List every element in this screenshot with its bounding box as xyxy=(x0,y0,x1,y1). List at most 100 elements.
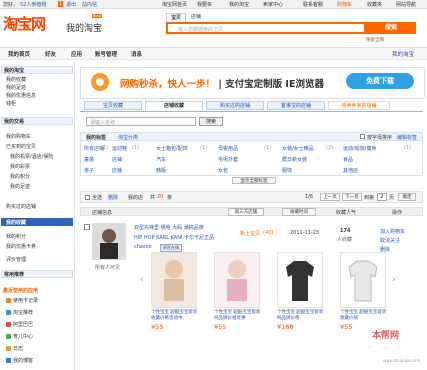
prev-page-button[interactable]: 上一页 xyxy=(320,193,340,201)
tab-item-favorites[interactable]: 宝贝收藏 xyxy=(84,101,142,110)
sidebar-item-points-2[interactable]: 我的积分 xyxy=(6,233,26,240)
sidebar-item-reviews[interactable]: 评价管理 xyxy=(6,256,26,263)
topnav-buy[interactable]: 我要买 xyxy=(197,1,212,8)
prev-arrow-icon[interactable]: ‹ xyxy=(140,275,146,285)
label-tag[interactable]: 其他店 xyxy=(343,167,358,174)
sidebar-item-points[interactable]: 我的积分 xyxy=(10,173,30,180)
select-all-checkbox[interactable] xyxy=(85,195,90,200)
product-image[interactable] xyxy=(151,252,197,308)
add-cart-link[interactable]: 加入购物车 xyxy=(380,228,405,235)
topnav-sitemap[interactable]: 网站导航 xyxy=(396,1,416,8)
tab-hot-sellers[interactable]: 热卖卖家的店铺 xyxy=(328,101,390,110)
online-badge[interactable]: 旺旺在线 xyxy=(160,244,182,252)
sidebar-item-cards[interactable]: 我的优惠卡券 xyxy=(6,243,36,250)
tab-bought-shops[interactable]: 购买过的店铺 xyxy=(206,101,264,110)
label-tag[interactable]: 店铺 xyxy=(112,156,122,163)
sidebar-app-1[interactable]: 使用卡记录 xyxy=(6,297,38,304)
store-search-input[interactable]: 请输入名称 xyxy=(86,117,196,126)
sidebar-item-tickets[interactable]: 我的机票/酒店/保险 xyxy=(10,153,53,160)
product-image[interactable] xyxy=(340,252,386,308)
topnav-cart[interactable]: 购物车 xyxy=(337,1,352,8)
nav-right-link[interactable]: 我的淘宝 xyxy=(392,50,414,58)
seller-link[interactable]: chasoo xyxy=(134,244,152,250)
sidebar-app-3[interactable]: 阿里巴巴 xyxy=(6,321,33,328)
logout-link[interactable]: 退出 xyxy=(66,1,76,8)
sort-checkbox[interactable] xyxy=(360,134,365,139)
next-page-button[interactable]: 下一页 xyxy=(342,193,362,201)
topnav-seller[interactable]: 卖家中心 xyxy=(263,1,283,8)
sidebar-item-lottery[interactable]: 我的彩票 xyxy=(10,163,30,170)
goto-ok-button[interactable]: 确定 xyxy=(398,193,416,201)
sidebar-item-coupons[interactable]: 我的优惠信息 xyxy=(6,92,36,99)
store-desc-link[interactable]: HIP HOP KARL KANI·卡尔卡尼正品 xyxy=(134,234,214,241)
new-items-link[interactable]: 新上宝贝 xyxy=(240,230,260,237)
product-desc[interactable]: 个性宝宝 超酷宝宝套装 纯品牌价格 xyxy=(277,310,327,322)
delete-link[interactable]: 删除 xyxy=(108,194,118,201)
col-third-party[interactable]: 第三方店铺 xyxy=(228,208,264,216)
download-button[interactable]: 免费下载 xyxy=(346,73,414,89)
sidebar-app-4[interactable]: 育儿中心 xyxy=(6,333,33,340)
label-tag[interactable]: 女装/女士精品 xyxy=(282,145,314,152)
messages-link[interactable]: 站内信 xyxy=(82,1,97,8)
product-image[interactable] xyxy=(214,252,260,308)
product-desc[interactable]: 个性宝宝 超酷宝宝套装 收藏价格活动中 xyxy=(151,310,201,322)
sidebar-item-bought[interactable]: 已买到的宝贝 xyxy=(6,143,36,150)
row-checkbox[interactable] xyxy=(84,224,90,230)
sidebar-item-footprint-2[interactable]: 我的足迹 xyxy=(10,183,30,190)
nav-apps[interactable]: 应用 xyxy=(69,50,85,58)
sidebar-item-favorites-link[interactable]: 我的收藏 xyxy=(6,76,26,83)
label-tag[interactable]: 亲子 xyxy=(84,167,94,174)
search-button[interactable]: 搜索 xyxy=(366,22,416,34)
label-tag[interactable]: 女士箱包/配饰 xyxy=(156,145,188,152)
search-tab-item[interactable]: 宝贝 xyxy=(166,13,187,22)
sidebar-item-favorites[interactable]: 我的收藏 xyxy=(6,219,26,226)
topnav-favorites[interactable]: 收藏夹 xyxy=(367,1,382,8)
user-link[interactable]: 52人参植物 xyxy=(20,1,46,8)
labels-group-link[interactable]: 淘宝分类 xyxy=(118,134,138,141)
search-tab-shop[interactable]: 店铺 xyxy=(187,13,205,21)
nav-account[interactable]: 账号管理 xyxy=(95,50,117,58)
tab-other-shops[interactable]: 客谁宝的店铺 xyxy=(267,101,325,110)
next-arrow-icon[interactable]: › xyxy=(392,275,398,285)
sidebar-app-2[interactable]: 淘宝推荐 xyxy=(6,309,33,316)
label-tag[interactable]: 毛呢外套 xyxy=(218,156,238,163)
sidebar-section-trade[interactable]: 我的交易 xyxy=(1,117,73,125)
show-all-labels-button[interactable]: 显示全部标签 xyxy=(232,177,276,184)
label-tag[interactable]: 母婴用品 xyxy=(218,145,238,152)
nav-home[interactable]: 我的首页 xyxy=(8,50,30,58)
product-desc[interactable]: 个性宝宝 超酷宝宝套装 收藏价格 xyxy=(340,310,390,322)
label-tag[interactable]: 运动/瑜伽/健身 xyxy=(343,145,376,152)
sidebar-item-cart[interactable]: 我的购物车 xyxy=(6,133,31,140)
label-tag[interactable]: 群日新女装 xyxy=(282,156,307,163)
topnav-mytaobao[interactable]: 我的淘宝 xyxy=(229,1,249,8)
sidebar-app-5[interactable]: 日志 xyxy=(6,345,23,352)
label-tag[interactable]: 店铺 xyxy=(112,167,122,174)
goto-page-input[interactable]: 2 xyxy=(377,193,387,201)
sidebar-item-footprint[interactable]: 我的足迹 xyxy=(6,84,26,91)
topnav-home[interactable]: 淘宝网首页 xyxy=(162,1,187,8)
sidebar-app-6[interactable]: 我的博客 xyxy=(6,357,33,364)
store-name-link[interactable]: 双型先锋里·嘻哈 大码 潮搞品牌 xyxy=(134,224,204,231)
label-tag[interactable]: 汽车 xyxy=(156,156,166,163)
product-desc[interactable]: 个性宝宝 超酷宝宝套装 纯品牌价格优惠 xyxy=(214,310,264,322)
label-tag[interactable]: 女包 xyxy=(218,167,228,174)
sidebar-item-wallet[interactable]: 钱柜 xyxy=(6,100,16,107)
unfollow-link[interactable]: 取消关注 xyxy=(380,237,400,244)
label-tag[interactable]: 韩版 xyxy=(156,167,166,174)
taobao-logo[interactable]: 淘宝网 xyxy=(3,13,46,34)
label-tag[interactable]: 运动鞋 xyxy=(112,145,127,152)
edit-labels-link[interactable]: 编辑标签 xyxy=(397,134,417,141)
nav-messages[interactable]: 消息 xyxy=(131,50,142,58)
sidebar-section-recommend[interactable]: 常用推荐 xyxy=(1,270,73,278)
topnav-service[interactable]: 联系客服 xyxy=(303,1,323,8)
col-fav-time[interactable]: 收藏时间 xyxy=(282,208,316,216)
label-tag[interactable]: 童装 xyxy=(84,156,94,163)
store-avatar[interactable] xyxy=(92,223,126,260)
label-tag[interactable]: 食品 xyxy=(343,156,353,163)
sidebar-section-mytaobao[interactable]: 我的淘宝 xyxy=(1,66,73,74)
tab-shop-favorites[interactable]: 店铺收藏 xyxy=(145,101,203,111)
nav-friends[interactable]: 好友 xyxy=(45,50,56,58)
global-search-link[interactable]: 搜索全网 xyxy=(366,37,384,43)
sidebar-item-bought-shops[interactable]: 购买过的店铺 xyxy=(6,203,36,210)
search-input[interactable]: 输入您要搜索的宝贝 xyxy=(166,22,366,34)
